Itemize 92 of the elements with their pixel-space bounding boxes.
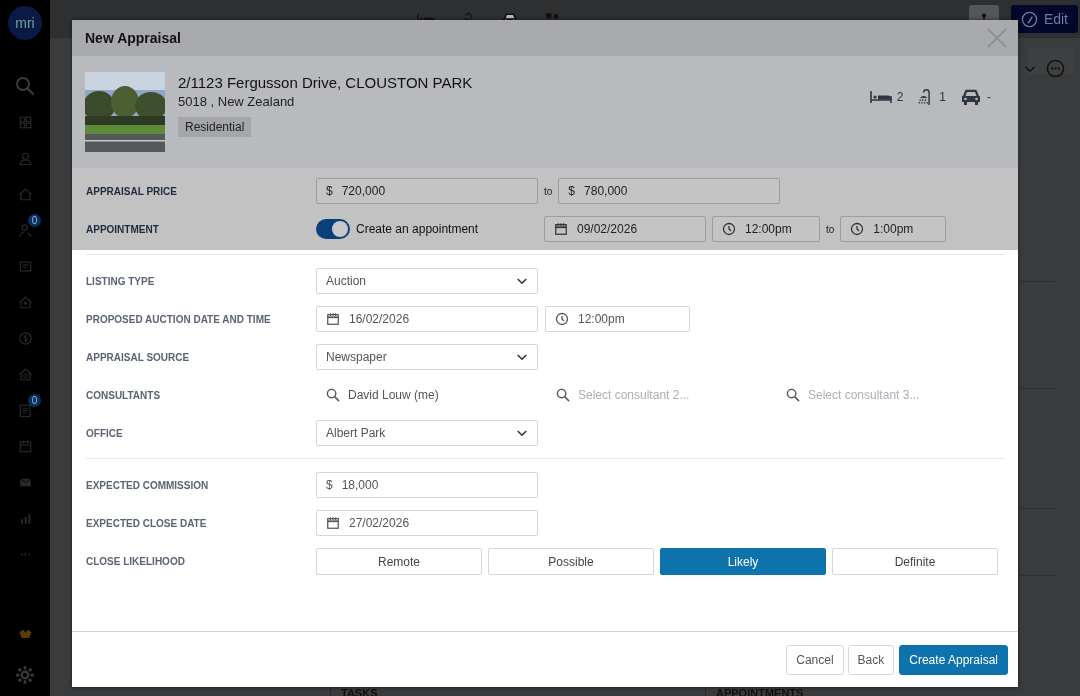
more-icon[interactable] — [1046, 59, 1065, 78]
consultant-field[interactable]: David Louw (me) — [348, 388, 538, 402]
person-icon[interactable] — [17, 222, 33, 238]
search-icon — [326, 388, 340, 402]
time-field[interactable]: 1:00pm — [840, 216, 947, 242]
field-label: APPOINTMENT — [86, 223, 160, 235]
time-field[interactable]: 12:00pm — [712, 216, 820, 242]
currency-field[interactable]: $ 18,000 — [316, 472, 538, 498]
field-label: LISTING TYPE — [86, 275, 156, 287]
home-icon[interactable] — [17, 186, 33, 202]
price-field[interactable]: $ 780,000 — [558, 178, 781, 204]
feature-count: 2 — [896, 90, 904, 104]
price-field[interactable]: $ 720,000 — [316, 178, 538, 204]
feature-count: 1 — [939, 90, 946, 104]
field-label: OFFICE — [86, 427, 124, 439]
compass-icon — [1020, 10, 1038, 28]
bed-icon — [869, 88, 892, 106]
date-field[interactable]: 09/02/2026 — [544, 216, 706, 242]
toggle-label: Create an appointment — [356, 222, 480, 236]
count-badge: 0 — [28, 214, 41, 227]
search-icon — [786, 388, 800, 402]
property-locality: 5018 , New Zealand — [178, 93, 295, 109]
currency-symbol: $ — [568, 184, 576, 198]
field-label: CLOSE LIKELIHOOD — [86, 556, 186, 567]
likelihood-option[interactable]: Definite — [832, 548, 998, 575]
calendar-icon[interactable] — [17, 438, 33, 454]
list-icon[interactable] — [17, 402, 33, 418]
chevron-icon — [516, 352, 528, 362]
count-badge: 0 — [28, 394, 41, 407]
property-address: 2/1123 Fergusson Drive, CLOUSTON PARK — [178, 73, 473, 91]
currency-symbol: $ — [326, 184, 333, 198]
field-label: APPRAISAL PRICE — [86, 185, 178, 197]
property-type-tag: Residential — [178, 116, 252, 137]
calendar-icon — [326, 312, 340, 326]
consultant-field[interactable]: Select consultant 3... — [808, 388, 998, 402]
date-field[interactable]: 27/02/2026 — [316, 510, 538, 536]
feature-count: - — [987, 90, 991, 104]
likelihood-option[interactable]: Possible — [488, 548, 654, 575]
grid-icon[interactable] — [17, 114, 33, 130]
chevron-icon — [1024, 65, 1036, 74]
likelihood-option[interactable]: Likely — [660, 548, 826, 575]
dropdown[interactable] — [1028, 48, 1073, 74]
date-field[interactable]: 16/02/2026 — [316, 306, 538, 332]
edit-button[interactable]: Edit — [1010, 5, 1078, 33]
dropdown[interactable]: Albert Park — [316, 420, 538, 446]
field-value: 1:00pm — [873, 222, 914, 236]
house-icon[interactable] — [17, 294, 33, 310]
field-value: 16/02/2026 — [349, 312, 410, 326]
primary-button[interactable]: Create Appraisal — [899, 644, 1008, 675]
secondary-button[interactable]: Back — [847, 644, 895, 675]
toggle-switch[interactable] — [316, 219, 350, 239]
consultant-field[interactable]: Select consultant 2... — [578, 388, 768, 402]
person-icon[interactable] — [17, 150, 33, 166]
dropdown[interactable]: Auction — [316, 268, 538, 294]
search-icon[interactable] — [15, 76, 35, 96]
search-icon — [556, 388, 570, 402]
house-icon[interactable] — [17, 366, 33, 382]
calendar-icon — [554, 222, 568, 236]
field-value: 780,000 — [584, 184, 628, 198]
clock-icon — [555, 312, 569, 326]
dialog-title: New Appraisal — [85, 30, 182, 46]
field-value: Auction — [326, 274, 367, 288]
dropdown[interactable]: Newspaper — [316, 344, 538, 370]
chevron-icon — [516, 276, 528, 286]
range-separator: to — [826, 223, 835, 235]
time-field[interactable]: 12:00pm — [545, 306, 690, 332]
app-logo[interactable]: mri — [8, 6, 42, 40]
field-label: CONSULTANTS — [86, 389, 162, 401]
field-value: 18,000 — [341, 478, 379, 492]
chevron-icon — [516, 428, 528, 438]
field-value: 12:00pm — [578, 312, 625, 326]
field-value: 09/02/2026 — [577, 222, 638, 236]
field-label: EXPECTED COMMISSION — [86, 479, 210, 491]
range-separator: to — [544, 185, 553, 197]
likelihood-option[interactable]: Remote — [316, 548, 482, 575]
dollar-icon[interactable] — [17, 330, 33, 346]
field-label: PROPOSED AUCTION DATE AND TIME — [86, 313, 272, 325]
field-value: 12:00pm — [745, 222, 792, 236]
clock-icon — [722, 222, 736, 236]
clock-icon — [850, 222, 865, 236]
calendar-icon — [326, 516, 340, 530]
secondary-button[interactable]: Cancel — [786, 644, 844, 675]
field-label: APPRAISAL SOURCE — [86, 351, 191, 363]
field-value: 720,000 — [341, 184, 386, 198]
field-value: Albert Park — [326, 426, 386, 440]
field-label: EXPECTED CLOSE DATE — [86, 517, 208, 529]
car-icon — [960, 88, 982, 106]
currency-symbol: $ — [326, 478, 333, 492]
field-value: Newspaper — [326, 350, 387, 364]
field-value: 27/02/2026 — [349, 516, 410, 530]
document-icon[interactable] — [17, 258, 33, 274]
settings-icon[interactable] — [14, 664, 36, 686]
